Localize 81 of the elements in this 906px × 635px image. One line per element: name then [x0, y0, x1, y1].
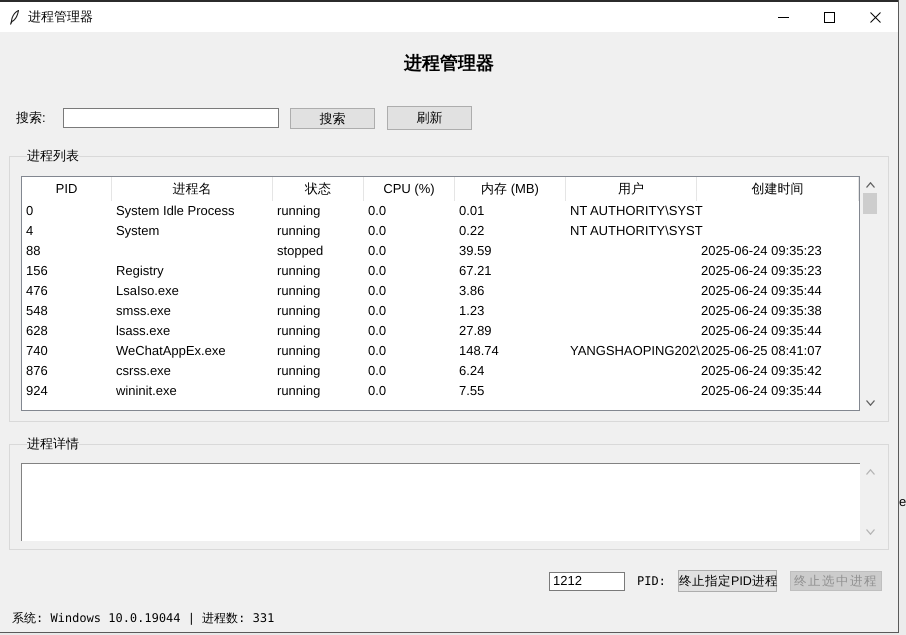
scrollbar-thumb[interactable] [863, 193, 877, 214]
table-cell-text: 88 [25, 242, 40, 260]
table-cell-text: 0.0 [367, 382, 386, 400]
table-cell-text: 924 [25, 382, 48, 400]
table-cell-text: running [276, 282, 320, 300]
close-icon [870, 12, 880, 22]
scroll-down-icon[interactable] [866, 400, 874, 406]
table-cell-text: 0.0 [367, 262, 386, 280]
table-cell-text: 548 [25, 302, 48, 320]
table-cell-text: 6.24 [458, 362, 484, 380]
background-text: e [899, 494, 906, 510]
table-cell-text: 0.0 [367, 322, 386, 340]
table-cell-text: 2025-06-24 09:35:44 [700, 282, 822, 300]
table-cell-text: 0.22 [458, 222, 484, 240]
table-cell-text: stopped [276, 242, 324, 260]
section-label: 进程详情 [27, 436, 79, 452]
search-button[interactable]: 搜索 [290, 108, 375, 128]
table-cell-text: 876 [25, 362, 48, 380]
minimize-icon [778, 16, 788, 18]
table-cell-text: 0.0 [367, 282, 386, 300]
search-field[interactable] [63, 108, 279, 128]
table-cell-text: NT AUTHORITY\SYST [569, 222, 703, 240]
table-cell-text: running [276, 362, 320, 380]
table-cell-text: 740 [25, 342, 48, 360]
app-heading: 进程管理器 [404, 52, 494, 75]
table-cell-text: running [276, 202, 320, 220]
table-cell-text: 0.0 [367, 342, 386, 360]
pid-input[interactable]: 1212 [549, 572, 625, 590]
window-title: 进程管理器 [28, 8, 93, 26]
status-bar-text: 系统: Windows 10.0.19044 | 进程数: 331 [12, 610, 274, 626]
table-cell-text: 3.86 [458, 282, 484, 300]
kill-pid-button[interactable]: 终止指定PID进程 [678, 570, 777, 592]
table-cell-text: 476 [25, 282, 48, 300]
table-cell-text: 2025-06-24 09:35:23 [700, 242, 822, 260]
section-label: 进程列表 [27, 148, 79, 164]
table-cell-text: NT AUTHORITY\SYST [569, 202, 703, 220]
table-cell-text: LsaIso.exe [115, 282, 179, 300]
maximize-icon [824, 12, 834, 22]
table-cell-text: csrss.exe [115, 362, 171, 380]
table-cell-text: running [276, 262, 320, 280]
table-cell-text: 2025-06-24 09:35:44 [700, 382, 822, 400]
table-cell-text: 27.89 [458, 322, 492, 340]
table-cell-text: 156 [25, 262, 48, 280]
table-cell-text: running [276, 222, 320, 240]
table-cell-text: 2025-06-24 09:35:23 [700, 262, 822, 280]
table-cell-text: lsass.exe [115, 322, 170, 340]
table-cell-text: 39.59 [458, 242, 492, 260]
table-cell-text: 67.21 [458, 262, 492, 280]
table-cell-text: 2025-06-24 09:35:44 [700, 322, 822, 340]
table-cell-text: smss.exe [115, 302, 171, 320]
search-label: 搜索: [16, 109, 47, 128]
table-cell-text: Registry [115, 262, 164, 280]
table-cell-text: YANGSHAOPING202\ [569, 342, 700, 360]
table-cell-text: 0.0 [367, 362, 386, 380]
table-cell-text: running [276, 342, 320, 360]
pid-label: PID: [637, 573, 667, 590]
details-text-area[interactable] [21, 463, 860, 541]
table-cell-text: wininit.exe [115, 382, 177, 400]
table-cell-text: 7.55 [458, 382, 484, 400]
table-cell-text: 2025-06-24 09:35:42 [700, 362, 822, 380]
table-cell-text: 0.0 [367, 302, 386, 320]
table-cell-text: running [276, 322, 320, 340]
table-cell-text: running [276, 302, 320, 320]
table-cell-text: 0 [25, 202, 34, 220]
table-cell-text: System [115, 222, 160, 240]
table-cell-text: 4 [25, 222, 34, 240]
table-cell-text: running [276, 382, 320, 400]
table-cell-text: 0.0 [367, 202, 386, 220]
table-cell-text: 0.0 [367, 222, 386, 240]
table-cell-text: 0.0 [367, 242, 386, 260]
table-cell-text: 0.01 [458, 202, 484, 220]
table-cell-text: 148.74 [458, 342, 499, 360]
scroll-up-icon[interactable] [866, 182, 874, 188]
table-cell-text: WeChatAppEx.exe [115, 342, 226, 360]
table-cell-text: 2025-06-25 08:41:07 [700, 342, 822, 360]
feather-icon [10, 10, 19, 24]
refresh-button[interactable]: 刷新 [387, 106, 472, 130]
table-cell-text: 1.23 [458, 302, 484, 320]
table-cell-text: 2025-06-24 09:35:38 [700, 302, 822, 320]
table-cell-text: 628 [25, 322, 48, 340]
table-cell-text: System Idle Process [115, 202, 234, 220]
